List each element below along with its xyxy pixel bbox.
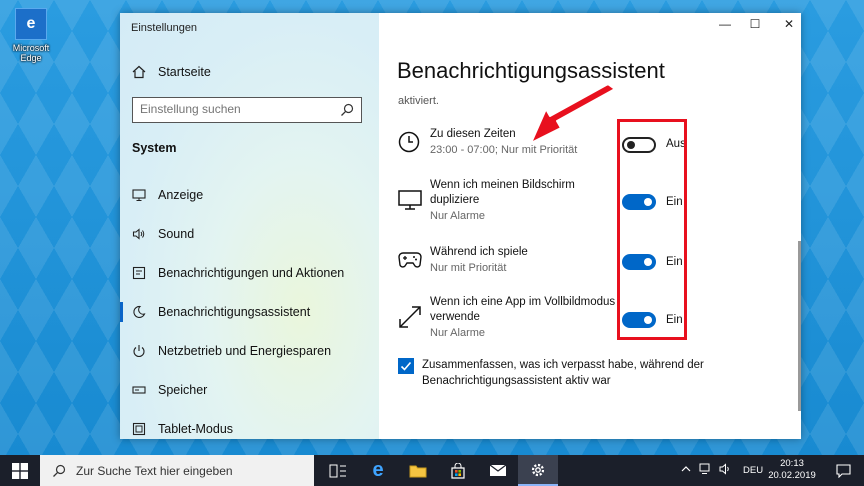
settings-window: Einstellungen Startseite System Anzeige bbox=[120, 13, 801, 439]
store-icon bbox=[451, 462, 465, 479]
sidebar-item-tablet-modus[interactable]: Tablet-Modus bbox=[131, 421, 233, 437]
sidebar-item-benachrichtigungsassistent[interactable]: Benachrichtigungsassistent bbox=[131, 304, 310, 320]
speaker-icon bbox=[131, 226, 147, 242]
network-icon[interactable] bbox=[699, 463, 713, 478]
section-heading: System bbox=[132, 141, 177, 155]
system-tray: DEU bbox=[681, 455, 763, 486]
home-link[interactable]: Startseite bbox=[131, 64, 211, 80]
sidebar-item-netzbetrieb[interactable]: Netzbetrieb und Energiesparen bbox=[131, 343, 331, 359]
sidebar-item-label: Anzeige bbox=[158, 188, 204, 202]
storage-icon bbox=[131, 382, 147, 398]
clock-time: 20:13 bbox=[780, 458, 804, 469]
sidebar-item-label: Sound bbox=[158, 227, 195, 241]
highlight-box bbox=[617, 119, 687, 340]
sidebar-item-benachrichtigungen[interactable]: Benachrichtigungen und Aktionen bbox=[131, 265, 344, 281]
taskbar-edge[interactable]: e bbox=[358, 455, 398, 486]
taskbar-explorer[interactable] bbox=[398, 455, 438, 486]
annotation-arrow bbox=[530, 85, 616, 144]
summary-checkbox-label[interactable]: Zusammenfassen, was ich verpasst habe, w… bbox=[422, 357, 712, 389]
gear-icon bbox=[531, 463, 545, 476]
taskbar-settings[interactable] bbox=[518, 455, 558, 486]
taskbar: Zur Suche Text hier eingeben e DEU 20:13… bbox=[0, 455, 864, 486]
monitor-icon bbox=[398, 189, 422, 216]
folder-icon bbox=[409, 465, 427, 477]
rule-subtitle: Nur Alarme bbox=[430, 210, 486, 222]
settings-search-input[interactable] bbox=[140, 102, 330, 116]
notification-icon bbox=[131, 265, 147, 281]
sidebar-item-label: Tablet-Modus bbox=[158, 422, 234, 436]
gamepad-icon bbox=[398, 251, 422, 274]
settings-search[interactable] bbox=[132, 97, 362, 123]
sidebar-item-label: Speicher bbox=[158, 383, 208, 397]
scrollbar[interactable] bbox=[798, 241, 801, 411]
taskbar-mail[interactable] bbox=[478, 455, 518, 486]
summary-checkbox[interactable] bbox=[398, 358, 414, 374]
taskbar-store[interactable] bbox=[438, 455, 478, 486]
power-icon bbox=[131, 343, 147, 359]
task-view-icon bbox=[329, 464, 346, 477]
home-label: Startseite bbox=[158, 65, 211, 79]
taskbar-search[interactable]: Zur Suche Text hier eingeben bbox=[40, 455, 314, 486]
search-icon[interactable] bbox=[340, 103, 354, 122]
window-title: Einstellungen bbox=[131, 22, 198, 34]
rule-title[interactable]: Zu diesen Zeiten bbox=[430, 127, 516, 142]
language-indicator[interactable]: DEU bbox=[743, 465, 763, 476]
moon-icon bbox=[131, 304, 147, 320]
tablet-icon bbox=[131, 421, 147, 437]
sidebar-item-sound[interactable]: Sound bbox=[131, 226, 194, 242]
volume-icon[interactable] bbox=[719, 463, 733, 478]
clock-icon bbox=[398, 131, 420, 158]
monitor-icon bbox=[131, 187, 147, 203]
home-icon bbox=[131, 64, 147, 80]
desktop-icon-label: Microsoft Edge bbox=[12, 43, 50, 63]
search-icon bbox=[52, 464, 66, 478]
content-pane: — ☐ ✕ Benachrichtigungsassistent aktivie… bbox=[379, 13, 801, 439]
taskbar-search-placeholder: Zur Suche Text hier eingeben bbox=[76, 463, 233, 478]
clock-date: 20.02.2019 bbox=[768, 470, 816, 481]
edge-icon: e bbox=[15, 8, 47, 40]
sidebar-item-speicher[interactable]: Speicher bbox=[131, 382, 207, 398]
edge-icon: e bbox=[372, 459, 384, 481]
windows-icon bbox=[12, 462, 28, 479]
action-center-button[interactable] bbox=[822, 455, 864, 486]
sidebar-item-anzeige[interactable]: Anzeige bbox=[131, 187, 203, 203]
rule-title[interactable]: Während ich spiele bbox=[430, 245, 528, 260]
truncated-text: aktiviert. bbox=[398, 95, 439, 107]
sidebar-item-label: Benachrichtigungsassistent bbox=[158, 305, 311, 319]
task-view-button[interactable] bbox=[318, 455, 358, 486]
action-center-icon bbox=[835, 463, 851, 478]
active-indicator bbox=[120, 302, 123, 322]
fullscreen-icon bbox=[398, 305, 422, 334]
sidebar-item-label: Netzbetrieb und Energiesparen bbox=[158, 344, 332, 358]
rule-subtitle: Nur Alarme bbox=[430, 327, 486, 339]
rule-title[interactable]: Wenn ich meinen Bildschirm dupliziere bbox=[430, 178, 610, 208]
sidebar-item-label: Benachrichtigungen und Aktionen bbox=[158, 266, 345, 280]
clock[interactable]: 20:13 20.02.2019 bbox=[764, 458, 820, 482]
start-button[interactable] bbox=[0, 455, 40, 486]
mail-icon bbox=[489, 464, 507, 476]
close-button[interactable]: ✕ bbox=[770, 13, 801, 35]
chevron-up-icon[interactable] bbox=[681, 465, 691, 476]
maximize-button[interactable]: ☐ bbox=[736, 13, 774, 35]
page-title: Benachrichtigungsassistent bbox=[397, 58, 665, 83]
checkmark-icon bbox=[400, 361, 412, 371]
rule-subtitle: Nur mit Priorität bbox=[430, 262, 507, 274]
sidebar: Einstellungen Startseite System Anzeige bbox=[120, 13, 379, 439]
desktop-icon-edge[interactable]: e Microsoft Edge bbox=[10, 8, 52, 63]
